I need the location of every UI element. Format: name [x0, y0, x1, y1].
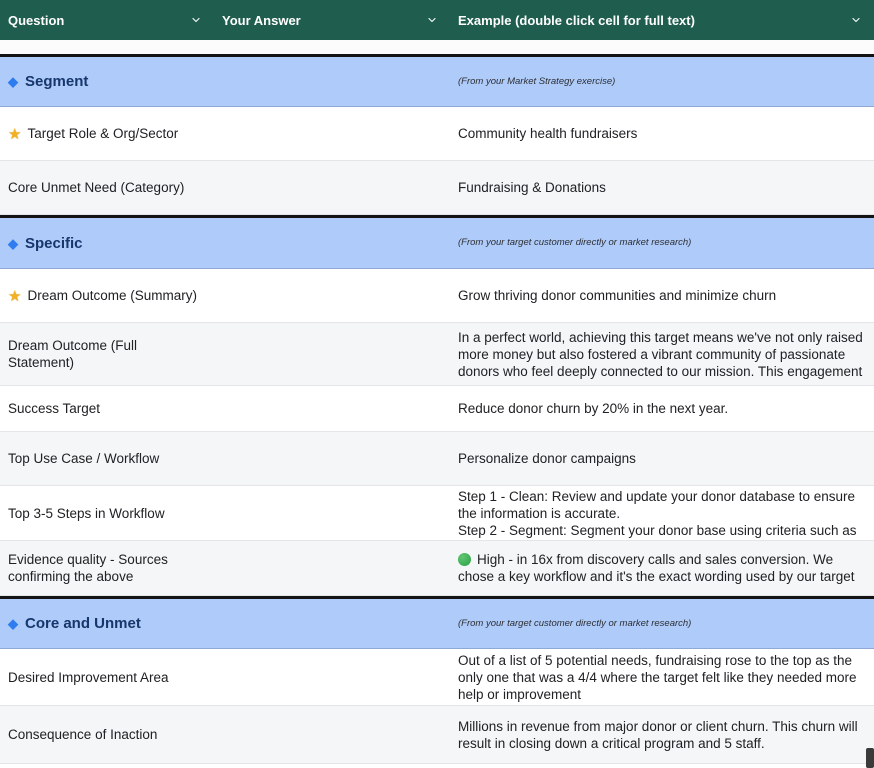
section-row[interactable]: ◆ Specific (From your target customer dire… [0, 215, 874, 269]
answer-cell[interactable] [214, 486, 450, 540]
question-text: Core Unmet Need (Category) [8, 180, 184, 195]
question-text: Dream Outcome (Full Statement) [8, 338, 137, 370]
example-cell[interactable]: High - in 16x from discovery calls and s… [450, 541, 874, 595]
example-text: High - in 16x from discovery calls and s… [458, 552, 855, 584]
chevron-down-icon[interactable] [850, 14, 862, 26]
section-row[interactable]: ◆ Core and Unmet (From your target custome… [0, 596, 874, 649]
question-cell[interactable]: Top 3-5 Steps in Workflow [0, 486, 214, 540]
question-cell[interactable]: Core Unmet Need (Category) [0, 161, 214, 214]
column-header-example[interactable]: Example (double click cell for full text… [450, 0, 874, 40]
answer-cell[interactable] [214, 323, 450, 385]
blue-diamond-icon: ◆ [8, 73, 18, 90]
question-text: Target Role & Org/Sector [27, 126, 178, 141]
column-label-question: Question [8, 13, 64, 28]
answer-cell[interactable] [214, 386, 450, 431]
section-title: Specific [25, 235, 83, 252]
question-text: Consequence of Inaction [8, 727, 157, 742]
green-circle-icon [458, 553, 471, 566]
blue-diamond-icon: ◆ [8, 615, 18, 632]
example-cell[interactable]: (From your target customer directly or m… [450, 218, 874, 268]
table-row[interactable]: Top 3-5 Steps in Workflow Step 1 - Clean:… [0, 486, 874, 541]
table-row[interactable]: Core Unmet Need (Category) Fundraising & … [0, 161, 874, 215]
table-row[interactable]: ★ Dream Outcome (Summary) Grow thriving do… [0, 269, 874, 323]
example-text: Step 1 - Clean: Review and update your d… [458, 489, 856, 538]
example-cell[interactable]: Millions in revenue from major donor or … [450, 706, 874, 763]
example-text: Personalize donor campaigns [458, 451, 636, 466]
question-cell[interactable]: ★ Target Role & Org/Sector [0, 107, 214, 160]
answer-cell[interactable] [214, 541, 450, 595]
table-row[interactable]: Desired Improvement Area Out of a list of… [0, 649, 874, 706]
table-row[interactable]: Dream Outcome (Full Statement) In a perfe… [0, 323, 874, 386]
question-text: Success Target [8, 401, 100, 416]
blue-diamond-icon: ◆ [8, 235, 18, 252]
question-text: Evidence quality - Sources confirming th… [8, 552, 168, 584]
question-cell[interactable]: Consequence of Inaction [0, 706, 214, 763]
section-title: Core and Unmet [25, 615, 141, 632]
star-icon: ★ [8, 126, 21, 143]
answer-cell[interactable] [214, 269, 450, 322]
example-cell[interactable]: (From your target customer directly or m… [450, 599, 874, 648]
question-cell[interactable]: ★ Dream Outcome (Summary) [0, 269, 214, 322]
column-header-your-answer[interactable]: Your Answer [214, 0, 450, 40]
example-text: Grow thriving donor communities and mini… [458, 288, 776, 303]
question-cell[interactable]: Top Use Case / Workflow [0, 432, 214, 485]
question-text: Desired Improvement Area [8, 670, 169, 685]
answer-cell[interactable] [214, 432, 450, 485]
chevron-down-icon[interactable] [426, 14, 438, 26]
column-label-your-answer: Your Answer [222, 13, 301, 28]
example-cell[interactable]: Out of a list of 5 potential needs, fund… [450, 649, 874, 705]
example-cell[interactable]: Personalize donor campaigns [450, 432, 874, 485]
table-view: Question Your Answer Example (double cli… [0, 0, 874, 768]
chevron-down-icon[interactable] [190, 14, 202, 26]
scrollbar-thumb[interactable] [866, 748, 874, 768]
table-body: ◆ Segment (From your Market Strategy exerc… [0, 54, 874, 764]
answer-cell[interactable] [214, 107, 450, 160]
answer-cell[interactable] [214, 649, 450, 705]
header-spacer [0, 40, 874, 54]
question-cell[interactable]: Success Target [0, 386, 214, 431]
section-row[interactable]: ◆ Segment (From your Market Strategy exerc… [0, 54, 874, 107]
question-cell[interactable]: Evidence quality - Sources confirming th… [0, 541, 214, 595]
answer-cell[interactable] [214, 599, 450, 648]
example-cell[interactable]: In a perfect world, achieving this targe… [450, 323, 874, 385]
example-note: (From your target customer directly or m… [458, 237, 691, 248]
example-cell[interactable]: Fundraising & Donations [450, 161, 874, 214]
example-cell[interactable]: Community health fundraisers [450, 107, 874, 160]
star-icon: ★ [8, 288, 21, 305]
example-cell[interactable]: Reduce donor churn by 20% in the next ye… [450, 386, 874, 431]
example-cell[interactable]: Grow thriving donor communities and mini… [450, 269, 874, 322]
table-row[interactable]: Consequence of Inaction Millions in reven… [0, 706, 874, 764]
table-row[interactable]: Top Use Case / Workflow Personalize donor… [0, 432, 874, 486]
example-note: (From your target customer directly or m… [458, 618, 691, 629]
example-cell[interactable]: Step 1 - Clean: Review and update your d… [450, 486, 874, 540]
question-text: Dream Outcome (Summary) [27, 288, 197, 303]
section-title: Segment [25, 73, 88, 90]
example-text: Fundraising & Donations [458, 180, 606, 195]
answer-cell[interactable] [214, 57, 450, 106]
example-text: Community health fundraisers [458, 126, 637, 141]
question-text: Top Use Case / Workflow [8, 451, 159, 466]
table-row[interactable]: ★ Target Role & Org/Sector Community healt… [0, 107, 874, 161]
question-cell[interactable]: ◆ Segment [0, 57, 214, 106]
column-label-example: Example (double click cell for full text… [458, 13, 695, 28]
question-cell[interactable]: ◆ Core and Unmet [0, 599, 214, 648]
question-text: Top 3-5 Steps in Workflow [8, 506, 165, 521]
example-text: Reduce donor churn by 20% in the next ye… [458, 401, 728, 416]
table-header: Question Your Answer Example (double cli… [0, 0, 874, 40]
answer-cell[interactable] [214, 706, 450, 763]
example-text: Out of a list of 5 potential needs, fund… [458, 653, 857, 702]
question-cell[interactable]: Dream Outcome (Full Statement) [0, 323, 214, 385]
column-header-question[interactable]: Question [0, 0, 214, 40]
example-cell[interactable]: (From your Market Strategy exercise) [450, 57, 874, 106]
example-text: In a perfect world, achieving this targe… [458, 330, 863, 379]
question-cell[interactable]: ◆ Specific [0, 218, 214, 268]
example-text: Millions in revenue from major donor or … [458, 719, 858, 751]
answer-cell[interactable] [214, 161, 450, 214]
answer-cell[interactable] [214, 218, 450, 268]
table-row[interactable]: Evidence quality - Sources confirming th… [0, 541, 874, 596]
example-note: (From your Market Strategy exercise) [458, 76, 615, 87]
table-row[interactable]: Success Target Reduce donor churn by 20% … [0, 386, 874, 432]
question-cell[interactable]: Desired Improvement Area [0, 649, 214, 705]
